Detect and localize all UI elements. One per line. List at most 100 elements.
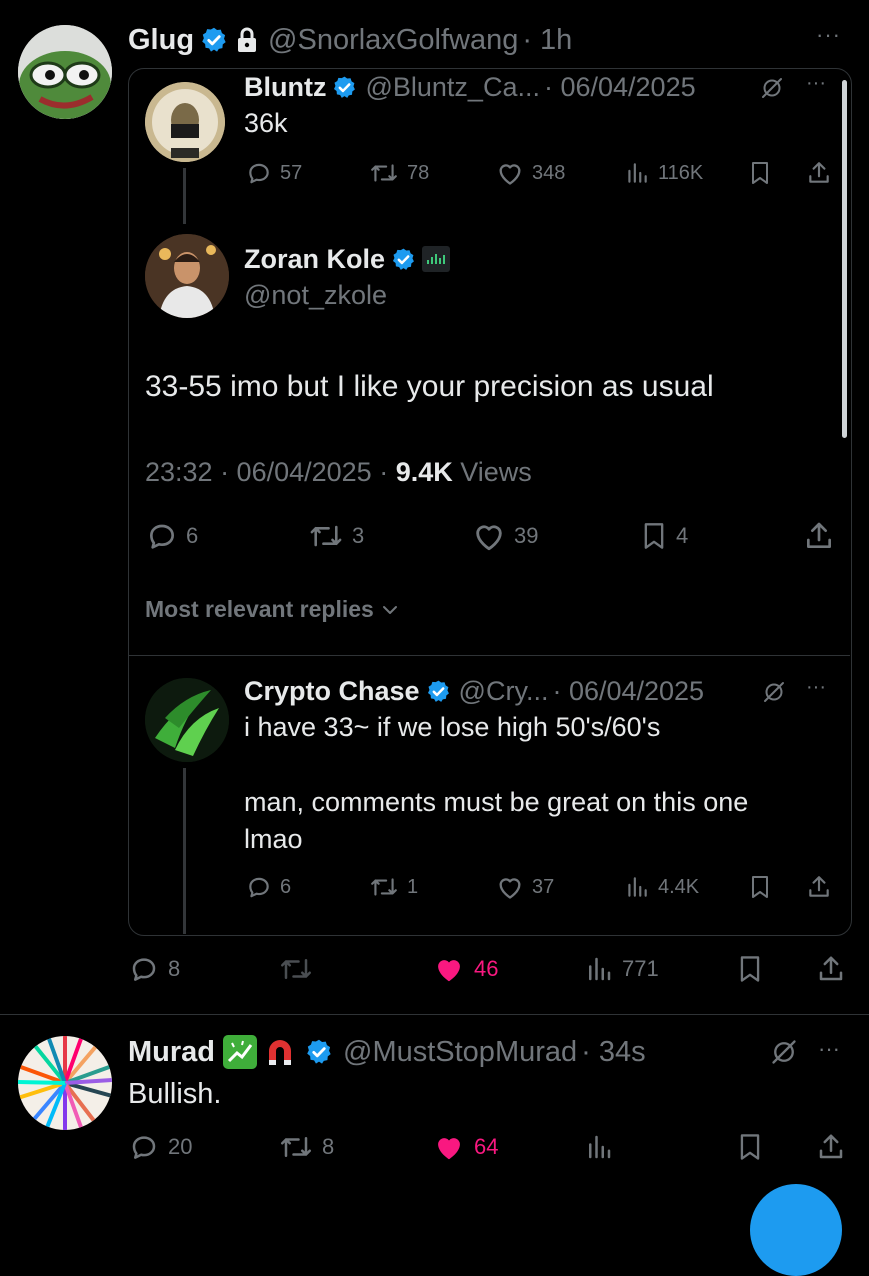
- bluntz-share-button[interactable]: [806, 160, 832, 186]
- verified-badge-icon: [200, 26, 228, 54]
- bluntz-text: 36k: [244, 108, 288, 138]
- tweet1-bookmark-button[interactable]: [736, 954, 764, 984]
- zoran-name[interactable]: Zoran Kole: [244, 244, 385, 275]
- chase-name[interactable]: Crypto Chase: [244, 676, 420, 707]
- tweet1-header: Glug @SnorlaxGolfwang · 1h: [128, 22, 572, 58]
- tweet1-repost-button[interactable]: [278, 954, 322, 984]
- chase-bookmark-button[interactable]: [748, 874, 772, 900]
- avatar-glug[interactable]: [18, 25, 112, 119]
- heart-filled-icon: [438, 960, 460, 982]
- compose-fab-button[interactable]: [750, 1184, 842, 1276]
- bluntz-views-button[interactable]: 116K: [624, 160, 703, 186]
- bookmark-icon: [740, 956, 760, 982]
- chase-text-line1: i have 33~ if we lose high 50's/60's: [244, 712, 661, 742]
- bluntz-avatar-icon: [145, 82, 225, 162]
- tweet2-more-button[interactable]: ···: [818, 1036, 840, 1062]
- bookmark-icon: [752, 162, 768, 184]
- grok-icon[interactable]: [770, 1038, 798, 1066]
- share-icon: [819, 956, 843, 981]
- heart-icon: [476, 525, 502, 551]
- bluntz-like-button[interactable]: 348: [496, 160, 565, 186]
- tweet1-views-button[interactable]: 771: [584, 954, 659, 984]
- grok-icon[interactable]: [760, 76, 784, 100]
- tweet1-more-button[interactable]: ···: [816, 22, 841, 48]
- bluntz-handle[interactable]: @Bluntz_Ca...: [365, 72, 540, 103]
- zoran-bookmark-button[interactable]: 4: [640, 520, 688, 552]
- share-icon: [809, 876, 829, 897]
- murad-avatar-icon: [18, 1036, 112, 1130]
- bookmark-icon: [740, 1134, 760, 1160]
- bluntz-reply-button[interactable]: 57: [246, 160, 302, 186]
- tweet1-like-button[interactable]: 46: [432, 954, 498, 984]
- bluntz-repost-button[interactable]: 78: [369, 160, 429, 186]
- tweet1-author-name[interactable]: Glug: [128, 24, 194, 57]
- verified-badge-icon: [305, 1038, 333, 1066]
- repost-icon: [310, 525, 342, 547]
- tweet1-handle[interactable]: @SnorlaxGolfwang: [268, 24, 518, 57]
- tweet2-time[interactable]: · 34s: [581, 1036, 645, 1069]
- tweet2-repost-button[interactable]: 8: [278, 1132, 334, 1162]
- chase-avatar-icon: [145, 678, 229, 762]
- magnet-emoji-icon: [263, 1035, 297, 1069]
- zoran-reply-button[interactable]: 6: [146, 520, 198, 552]
- heart-filled-icon: [438, 1138, 460, 1160]
- zoran-like-button[interactable]: 39: [472, 520, 538, 552]
- tweet2-handle[interactable]: @MustStopMurad: [343, 1036, 577, 1069]
- card-scrollbar[interactable]: [842, 80, 847, 438]
- share-icon: [819, 1134, 843, 1159]
- zoran-repost-button[interactable]: 3: [308, 520, 364, 552]
- tweet2-like-button[interactable]: 64: [432, 1132, 498, 1162]
- avatar-crypto-chase[interactable]: [145, 678, 229, 762]
- tweet2-header: Murad @MustStopMurad · 34s: [128, 1034, 646, 1070]
- most-relevant-replies-dropdown[interactable]: Most relevant replies: [145, 596, 400, 623]
- avatar-bluntz[interactable]: [145, 82, 225, 162]
- verified-badge-icon: [391, 247, 416, 272]
- chase-repost-button[interactable]: 1: [369, 874, 418, 900]
- chase-like-button[interactable]: 37: [496, 874, 554, 900]
- chase-handle[interactable]: @Cry...: [459, 676, 549, 707]
- tweet2-share-button[interactable]: [816, 1132, 846, 1162]
- chase-text-line2: man, comments must be great on this one: [244, 787, 749, 817]
- tweet1-share-button[interactable]: [816, 954, 846, 984]
- bluntz-more-button[interactable]: ···: [806, 72, 826, 95]
- zoran-handle[interactable]: @not_zkole: [244, 280, 387, 311]
- chase-views-button[interactable]: 4.4K: [624, 874, 699, 900]
- chase-date[interactable]: · 06/04/2025: [552, 676, 704, 707]
- heart-icon: [499, 878, 521, 899]
- bluntz-header: Bluntz @Bluntz_Ca... · 06/04/2025: [244, 70, 696, 104]
- tweet2-reply-button[interactable]: 20: [128, 1132, 192, 1162]
- chart-up-emoji-icon: [223, 1035, 257, 1069]
- verified-badge-icon: [426, 679, 451, 704]
- bluntz-bookmark-button[interactable]: [748, 160, 772, 186]
- tweet1-reply-button[interactable]: 8: [128, 954, 180, 984]
- repost-icon: [281, 959, 311, 979]
- zoran-header: Zoran Kole: [244, 242, 451, 276]
- zoran-views-count: 9.4K: [395, 457, 453, 487]
- tweet-divider: [0, 1014, 869, 1015]
- affiliate-badge-icon: [422, 246, 451, 272]
- views-icon: [628, 877, 647, 897]
- repost-icon: [371, 164, 397, 182]
- grok-icon[interactable]: [762, 680, 786, 704]
- avatar-zoran[interactable]: [145, 234, 229, 318]
- zoran-timestamp[interactable]: 23:32 · 06/04/2025 ·: [145, 457, 396, 487]
- chase-more-button[interactable]: ···: [806, 676, 826, 699]
- tweet2-views-button[interactable]: [584, 1132, 622, 1162]
- heart-icon: [499, 164, 521, 185]
- chase-header: Crypto Chase @Cry... · 06/04/2025: [244, 674, 704, 708]
- zoran-text: 33-55 imo but I like your precision as u…: [145, 370, 714, 403]
- zoran-avatar-icon: [145, 234, 229, 318]
- chase-text-line3: lmao: [244, 824, 303, 854]
- zoran-share-button[interactable]: [803, 520, 835, 552]
- bookmark-icon: [752, 876, 768, 898]
- tweet1-time[interactable]: · 1h: [522, 24, 572, 57]
- tweet2-bookmark-button[interactable]: [736, 1132, 764, 1162]
- chase-reply-button[interactable]: 6: [246, 874, 291, 900]
- bluntz-date[interactable]: · 06/04/2025: [544, 72, 696, 103]
- avatar-murad[interactable]: [18, 1036, 112, 1130]
- thread-connector: [183, 768, 186, 934]
- tweet2-author-name[interactable]: Murad: [128, 1036, 215, 1069]
- thread-connector: [183, 168, 186, 224]
- chase-share-button[interactable]: [806, 874, 832, 900]
- bluntz-name[interactable]: Bluntz: [244, 72, 326, 103]
